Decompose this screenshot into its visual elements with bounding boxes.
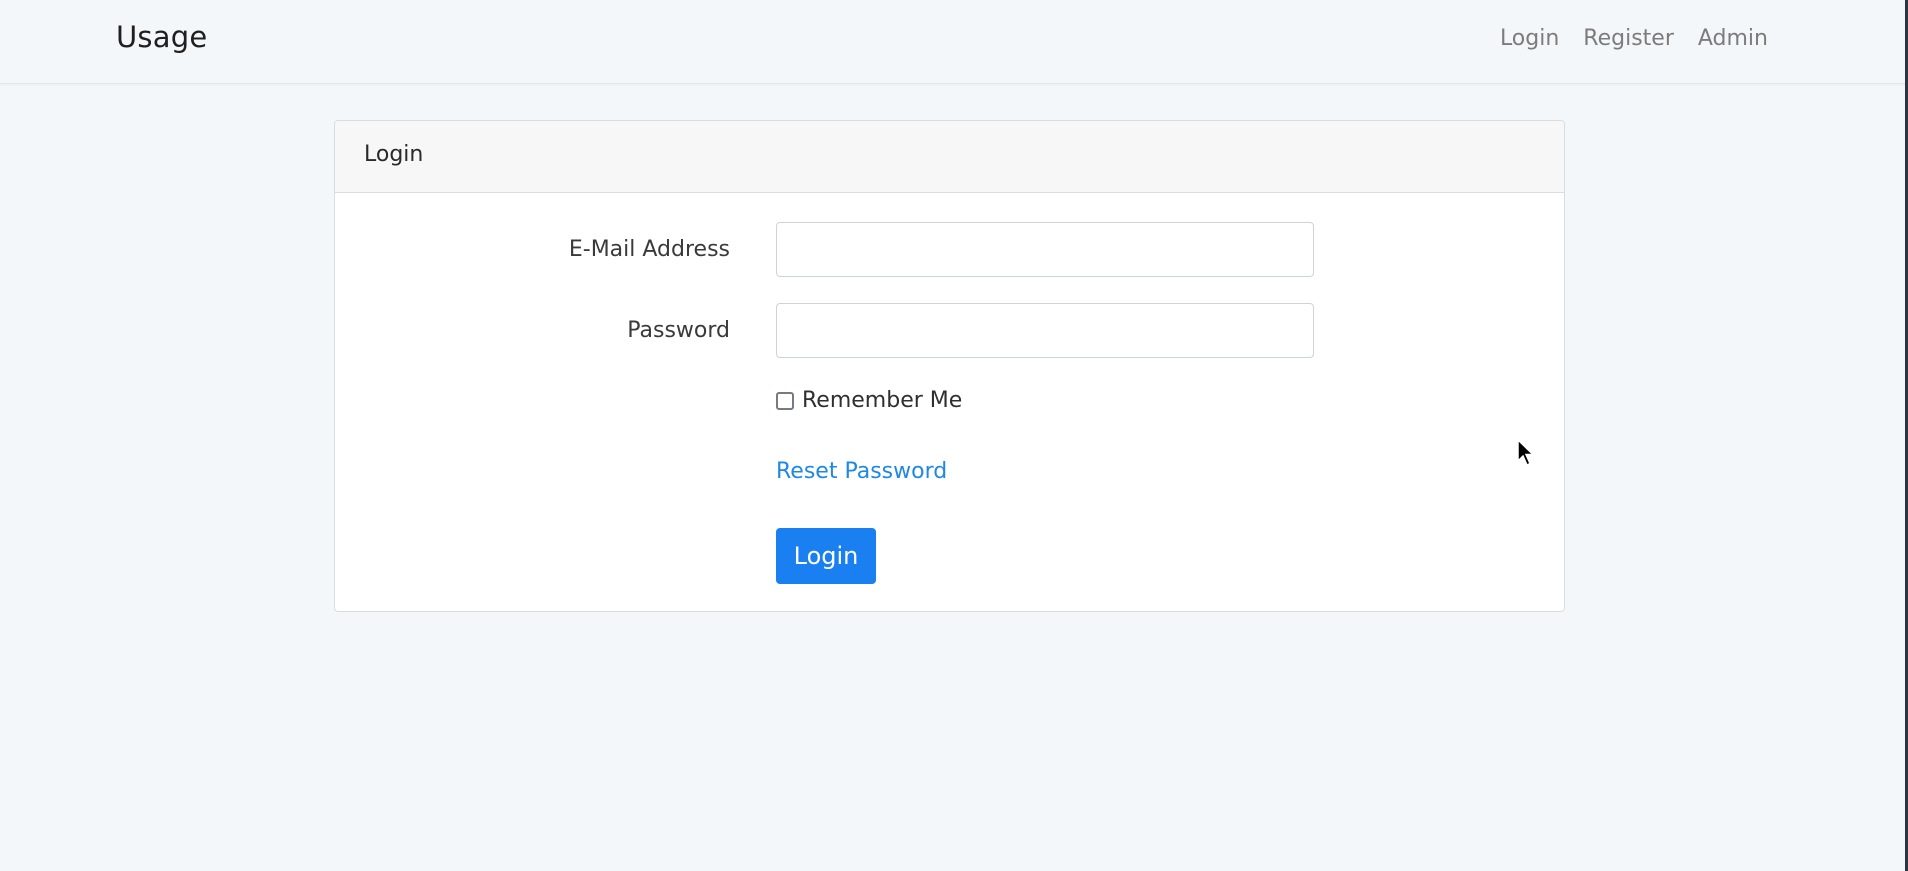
nav-link-admin[interactable]: Admin bbox=[1698, 26, 1768, 51]
mouse-pointer-icon bbox=[1517, 438, 1535, 467]
remember-me-row: Remember Me bbox=[776, 388, 962, 413]
remember-me-checkbox[interactable] bbox=[776, 391, 794, 410]
login-button[interactable]: Login bbox=[776, 528, 876, 584]
nav-link-login[interactable]: Login bbox=[1500, 26, 1559, 51]
top-navbar: Usage Login Register Admin bbox=[0, 0, 1908, 84]
nav-links: Login Register Admin bbox=[1500, 26, 1768, 51]
remember-me-label[interactable]: Remember Me bbox=[802, 388, 962, 413]
login-card: Login E-Mail Address Password Remember M… bbox=[334, 120, 1565, 612]
nav-link-register[interactable]: Register bbox=[1583, 26, 1674, 51]
login-card-header: Login bbox=[335, 121, 1564, 193]
email-input[interactable] bbox=[776, 222, 1314, 277]
login-form: E-Mail Address Password Remember Me Rese… bbox=[335, 193, 1564, 611]
password-input[interactable] bbox=[776, 303, 1314, 358]
email-label: E-Mail Address bbox=[568, 237, 730, 262]
login-card-title: Login bbox=[364, 142, 424, 167]
reset-password-link[interactable]: Reset Password bbox=[776, 459, 947, 484]
brand-logo-link[interactable]: Usage bbox=[116, 20, 207, 54]
password-label: Password bbox=[627, 318, 730, 343]
